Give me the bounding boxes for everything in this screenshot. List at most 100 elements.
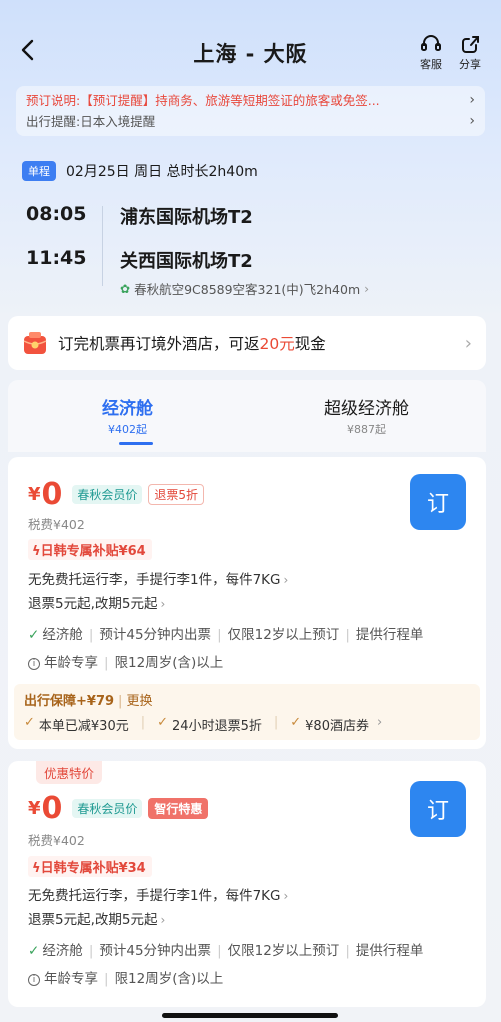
change-policy-text: 退票5元起,改期5元起 bbox=[28, 912, 158, 928]
guarantee-item: 24小时退票5折 bbox=[172, 719, 262, 734]
booking-notice-text: 【预订提醒】持商务、旅游等短期签证的旅客或免签... bbox=[80, 93, 380, 108]
travel-notice-text: 日本入境提醒 bbox=[80, 114, 156, 129]
chevron-right-icon: › bbox=[464, 332, 472, 354]
tab-economy[interactable]: 经济舱 ¥402起 bbox=[8, 394, 247, 437]
subsidy-badge: ϟ日韩专属补贴¥64 bbox=[28, 539, 152, 560]
issue-time: 预计45分钟内出票 bbox=[99, 627, 212, 643]
active-tab-indicator bbox=[119, 442, 153, 445]
tab-premium-economy-name: 超级经济舱 bbox=[324, 399, 409, 419]
tax-fee: 税费¥402 bbox=[28, 517, 85, 532]
issue-time: 预计45分钟内出票 bbox=[99, 943, 212, 959]
chevron-right-icon: › bbox=[364, 281, 370, 296]
tab-economy-name: 经济舱 bbox=[102, 399, 153, 419]
check-icon: ✓ bbox=[290, 715, 302, 730]
travel-guarantee[interactable]: 出行保障+¥79 | 更换 ✓ 本单已减¥30元 | ✓ 24小时退票5折 | ✓ ¥80酒店… bbox=[14, 684, 480, 740]
member-price-tag: 春秋会员价 bbox=[72, 799, 143, 818]
guarantee-item: ¥80酒店券 bbox=[305, 719, 369, 734]
share-button[interactable]: 分享 bbox=[453, 34, 487, 72]
home-indicator[interactable] bbox=[162, 1013, 338, 1018]
fare-price: 0 bbox=[41, 791, 63, 826]
hotel-cashback-promo[interactable]: 订完机票再订境外酒店，可返 20元 现金 › bbox=[8, 316, 486, 370]
tab-economy-price: ¥402起 bbox=[108, 423, 147, 436]
chevron-right-icon: › bbox=[469, 92, 475, 108]
notice-panel: 预订说明:【预订提醒】持商务、旅游等短期签证的旅客或免签... › 出行提醒:日… bbox=[16, 86, 485, 136]
booking-notice-row[interactable]: 预订说明:【预订提醒】持商务、旅游等短期签证的旅客或免签... › bbox=[26, 90, 475, 111]
check-icon: ✓ bbox=[24, 715, 35, 730]
age-special-label: 年龄专享 bbox=[44, 655, 98, 671]
guarantee-title: 出行保障 bbox=[24, 694, 77, 709]
check-icon: ✓ bbox=[157, 715, 169, 730]
info-icon: i bbox=[28, 658, 40, 670]
share-icon bbox=[462, 36, 479, 53]
flight-meta[interactable]: ✿ 春秋航空9C8589空客321(中)飞2h40m › bbox=[120, 279, 369, 298]
customer-service-label: 客服 bbox=[420, 58, 442, 71]
arrive-time: 11:45 bbox=[26, 247, 87, 269]
depart-airport: 浦东国际机场T2 bbox=[120, 207, 253, 228]
red-envelope-icon bbox=[23, 332, 47, 354]
flight-divider bbox=[102, 206, 103, 286]
guarantee-item: 本单已减¥30元 bbox=[38, 719, 129, 734]
age-special-label: 年龄专享 bbox=[44, 971, 98, 987]
book-button[interactable]: 订 bbox=[410, 781, 466, 837]
baggage-text: 无免费托运行李，手提行李1件，每件7KG bbox=[28, 888, 281, 904]
guarantee-price: +¥79 bbox=[76, 694, 115, 709]
age-requirement: 仅限12岁以上预订 bbox=[227, 943, 340, 959]
refund-tag: 退票5折 bbox=[148, 484, 205, 505]
member-price-tag: 春秋会员价 bbox=[72, 485, 143, 504]
baggage-text: 无免费托运行李，手提行李1件，每件7KG bbox=[28, 572, 281, 588]
fare-card: 优惠特价 ¥ 0 春秋会员价 智行特惠 订 税费¥402 ϟ日韩专属补贴¥34 … bbox=[8, 761, 486, 1007]
chevron-right-icon: › bbox=[160, 913, 166, 927]
tax-fee: 税费¥402 bbox=[28, 833, 85, 848]
lightning-icon: ϟ bbox=[32, 544, 41, 559]
cabin-class: 经济舱 bbox=[42, 943, 83, 959]
tab-premium-economy-price: ¥887起 bbox=[347, 423, 386, 436]
fare-price: 0 bbox=[41, 477, 63, 512]
check-icon: ✓ bbox=[28, 943, 40, 959]
book-button[interactable]: 订 bbox=[410, 474, 466, 530]
share-label: 分享 bbox=[459, 58, 481, 71]
baggage-info[interactable]: 无免费托运行李，手提行李1件，每件7KG › bbox=[28, 884, 288, 904]
tab-premium-economy[interactable]: 超级经济舱 ¥887起 bbox=[247, 394, 486, 437]
fare-features: ✓ 经济舱 | 预计45分钟内出票 | 仅限12岁以上预订 | 提供行程单 bbox=[28, 627, 424, 643]
travel-notice-label: 出行提醒: bbox=[26, 114, 81, 129]
booking-notice-label: 预订说明: bbox=[26, 93, 81, 108]
zhixing-special-tag: 智行特惠 bbox=[148, 798, 209, 819]
flight-meta-text: 春秋航空9C8589空客321(中)飞2h40m bbox=[134, 282, 361, 297]
chevron-right-icon: › bbox=[376, 715, 383, 730]
special-offer-tag: 优惠特价 bbox=[36, 761, 103, 784]
change-policy-text: 退票5元起,改期5元起 bbox=[28, 596, 158, 612]
currency-symbol: ¥ bbox=[28, 798, 41, 819]
guarantee-change-button[interactable]: 更换 bbox=[126, 694, 152, 709]
promo-text-after: 现金 bbox=[294, 335, 326, 353]
currency-symbol: ¥ bbox=[28, 484, 41, 505]
header-bar: 上海 - 大阪 客服 分享 bbox=[0, 0, 501, 84]
lightning-icon: ϟ bbox=[32, 861, 41, 876]
trip-date-info: 02月25日 周日 总时长2h40m bbox=[66, 164, 258, 180]
cabin-tabs: 经济舱 ¥402起 超级经济舱 ¥887起 bbox=[8, 380, 486, 452]
subsidy-text: 日韩专属补贴¥34 bbox=[40, 861, 146, 876]
fare-price-row: ¥ 0 春秋会员价 智行特惠 bbox=[28, 791, 214, 826]
arrive-airport: 关西国际机场T2 bbox=[120, 251, 253, 272]
one-way-badge: 单程 bbox=[22, 161, 56, 181]
customer-service-button[interactable]: 客服 bbox=[414, 34, 448, 72]
itinerary-info: 提供行程单 bbox=[355, 627, 424, 643]
age-special: i 年龄专享 | 限12周岁(含)以上 bbox=[28, 651, 223, 671]
fare-card: ¥ 0 春秋会员价 退票5折 订 税费¥402 ϟ日韩专属补贴¥64 无免费托运… bbox=[8, 457, 486, 749]
age-limit: 限12周岁(含)以上 bbox=[114, 971, 224, 987]
age-special: i 年龄专享 | 限12周岁(含)以上 bbox=[28, 967, 223, 987]
fare-features: ✓ 经济舱 | 预计45分钟内出票 | 仅限12岁以上预订 | 提供行程单 bbox=[28, 943, 424, 959]
change-policy[interactable]: 退票5元起,改期5元起 › bbox=[28, 908, 165, 928]
age-requirement: 仅限12岁以上预订 bbox=[227, 627, 340, 643]
baggage-info[interactable]: 无免费托运行李，手提行李1件，每件7KG › bbox=[28, 568, 288, 588]
trip-summary: 单程 02月25日 周日 总时长2h40m bbox=[22, 161, 258, 181]
change-policy[interactable]: 退票5元起,改期5元起 › bbox=[28, 592, 165, 612]
chevron-right-icon: › bbox=[283, 889, 289, 903]
cabin-class: 经济舱 bbox=[42, 627, 83, 643]
promo-amount: 20元 bbox=[259, 335, 295, 353]
travel-notice-row[interactable]: 出行提醒:日本入境提醒 › bbox=[26, 111, 475, 132]
promo-text-before: 订完机票再订境外酒店，可返 bbox=[58, 335, 260, 353]
chevron-right-icon: › bbox=[283, 573, 289, 587]
depart-time: 08:05 bbox=[26, 203, 87, 225]
subsidy-text: 日韩专属补贴¥64 bbox=[40, 544, 146, 559]
chevron-right-icon: › bbox=[469, 113, 475, 129]
